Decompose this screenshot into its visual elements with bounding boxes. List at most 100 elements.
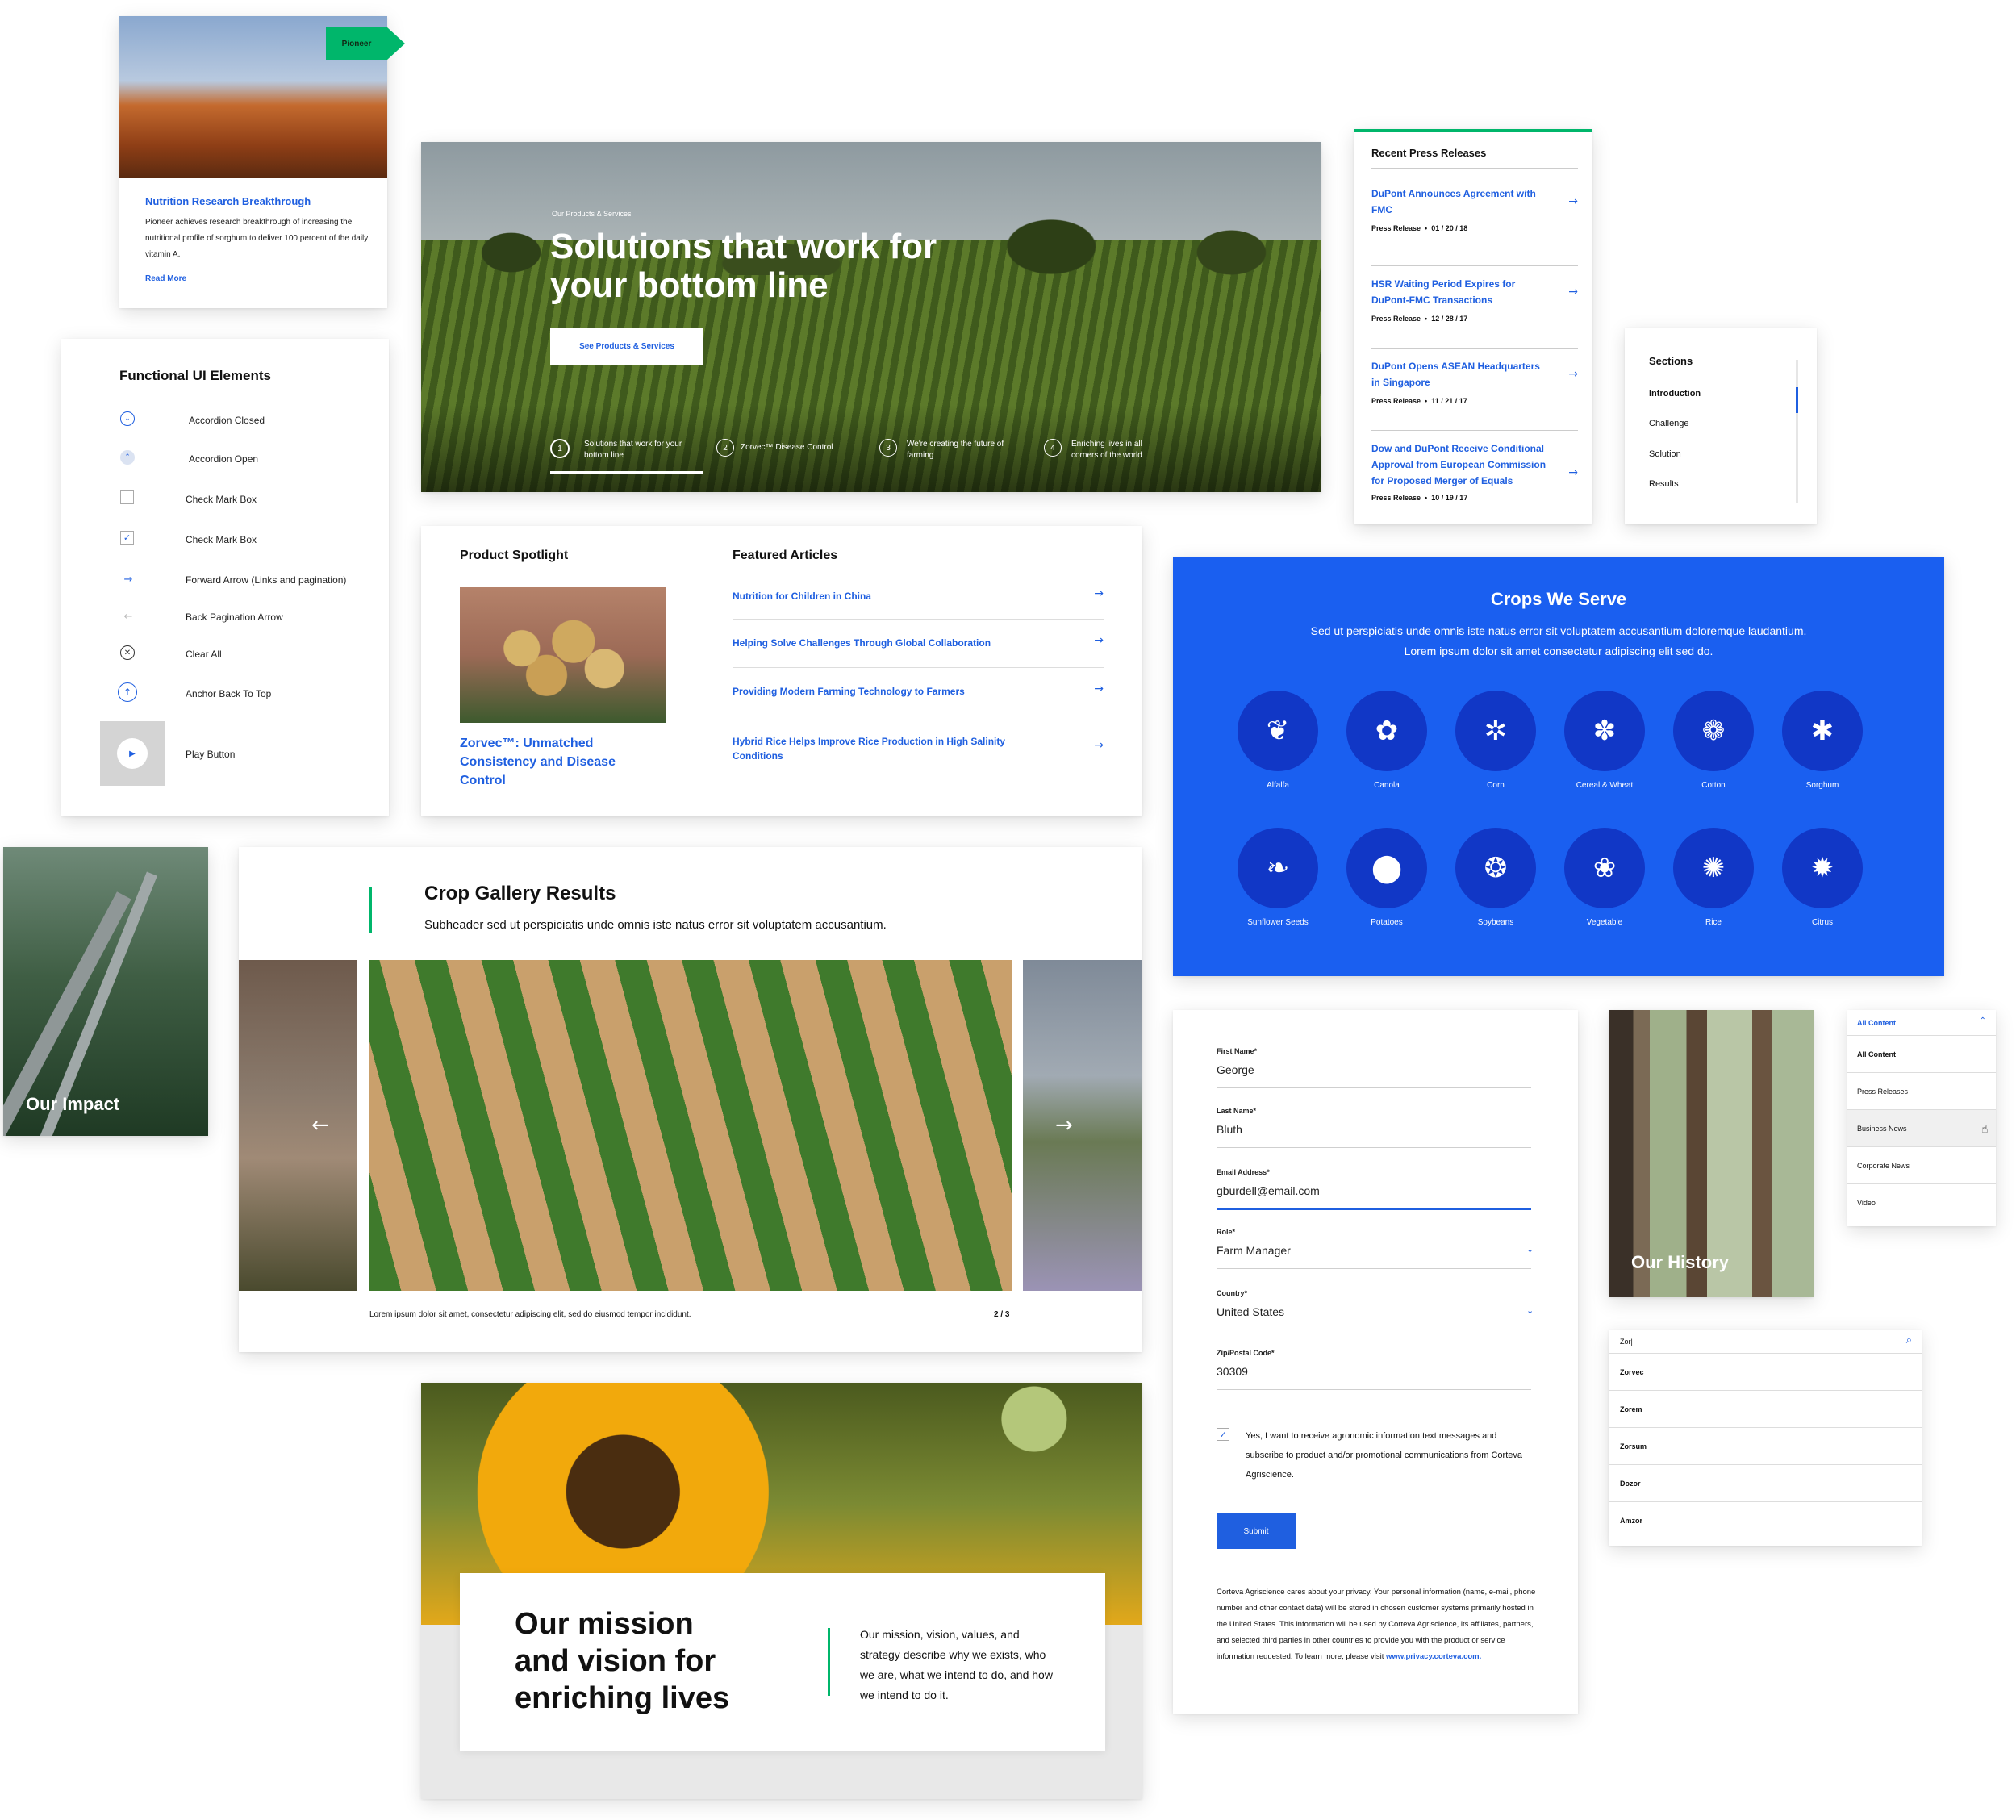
crop-label: Citrus — [1811, 918, 1834, 927]
crop-label: Cereal & Wheat — [1576, 781, 1634, 790]
crop-button[interactable]: ✱ — [1782, 691, 1863, 771]
search-result[interactable]: Dozor — [1609, 1465, 1922, 1502]
role-label: Role* — [1217, 1228, 1236, 1236]
zip-field[interactable]: 30309 — [1217, 1365, 1248, 1378]
last-name-field[interactable]: Bluth — [1217, 1123, 1242, 1136]
email-label: Email Address* — [1217, 1168, 1270, 1176]
press-item[interactable]: DuPont Opens ASEAN Headquarters in Singa… — [1371, 349, 1578, 431]
gallery-next-image[interactable]: → — [1023, 960, 1142, 1291]
submit-button[interactable]: Submit — [1217, 1513, 1296, 1549]
ui-row: → Forward Arrow (Links and pagination) — [61, 571, 389, 591]
search-result[interactable]: Zorsum — [1609, 1428, 1922, 1465]
sections-scroll-thumb[interactable] — [1796, 387, 1798, 413]
filter-option[interactable]: Press Releases — [1847, 1073, 1996, 1110]
press-item-meta: Press Release • 12 / 28 / 17 — [1371, 315, 1468, 323]
our-history-tile[interactable]: Our History — [1609, 1010, 1814, 1297]
ui-label: Check Mark Box — [186, 534, 257, 545]
crop-button[interactable]: ✹ — [1782, 828, 1863, 908]
spotlight-product-link[interactable]: Zorvec™: Unmatched Consistency and Disea… — [460, 734, 662, 790]
featured-article[interactable]: Providing Modern Farming Technology to F… — [733, 668, 1104, 716]
press-divider — [1371, 168, 1578, 169]
our-impact-tile[interactable]: Our Impact — [3, 847, 208, 1136]
first-name-field[interactable]: George — [1217, 1063, 1254, 1076]
accordion-open-icon[interactable]: ⌃ — [120, 450, 135, 465]
press-item-title: HSR Waiting Period Expires for DuPont-FM… — [1371, 278, 1516, 306]
play-button-tile[interactable]: ▶ — [100, 721, 165, 786]
crop-button[interactable]: ✲ — [1455, 691, 1536, 771]
potatoes-image[interactable] — [460, 587, 666, 723]
gallery-prev-image[interactable]: ← — [239, 960, 357, 1291]
filter-option[interactable]: Corporate News — [1847, 1147, 1996, 1184]
featured-article-label: Nutrition for Children in China — [733, 591, 871, 602]
search-input[interactable]: Zor| — [1620, 1338, 1633, 1346]
crop-button[interactable]: ❦ — [1238, 691, 1318, 771]
news-card-title[interactable]: Nutrition Research Breakthrough — [145, 195, 311, 207]
chevron-down-icon[interactable]: ⌄ — [1526, 1244, 1534, 1254]
hero-slide-4[interactable]: 4 Enriching lives in all corners of the … — [1044, 439, 1189, 474]
see-products-button[interactable]: See Products & Services — [550, 328, 703, 365]
search-result[interactable]: Amzor — [1609, 1502, 1922, 1539]
press-item[interactable]: DuPont Announces Agreement with FMC Pres… — [1371, 186, 1578, 266]
privacy-link[interactable]: www.privacy.corteva.com. — [1386, 1652, 1481, 1661]
country-select[interactable]: United States — [1217, 1305, 1284, 1318]
search-result[interactable]: Zorem — [1609, 1391, 1922, 1428]
press-releases-card: Recent Press Releases DuPont Announces A… — [1354, 129, 1592, 524]
filter-option[interactable]: Video — [1847, 1184, 1996, 1221]
pioneer-tag-label: Pioneer — [341, 39, 372, 48]
ui-row: ⌄ Accordion Closed — [61, 411, 389, 431]
crop-button[interactable]: ❧ — [1238, 828, 1318, 908]
filter-option-hovered[interactable]: Business News ☝ — [1847, 1110, 1996, 1147]
crop-label: Soybeans — [1477, 918, 1514, 927]
play-icon[interactable]: ▶ — [117, 738, 148, 769]
chevron-down-icon[interactable]: ⌄ — [1526, 1305, 1534, 1316]
spotlight-featured-card: Product Spotlight Zorvec™: Unmatched Con… — [421, 526, 1142, 816]
crop-button[interactable]: ❂ — [1455, 828, 1536, 908]
checkbox-checked-icon[interactable]: ✓ — [120, 531, 134, 545]
crop-button[interactable]: ✽ — [1564, 691, 1645, 771]
crop-button[interactable]: ⬤ — [1346, 828, 1427, 908]
sections-scroll-track[interactable] — [1796, 360, 1798, 503]
sections-item-solution[interactable]: Solution — [1649, 449, 1681, 459]
sorghum-icon: ✱ — [1810, 715, 1834, 747]
featured-article[interactable]: Nutrition for Children in China → — [733, 574, 1104, 620]
checkbox-empty-icon[interactable] — [120, 490, 134, 504]
search-input-row: Zor| ⌕ — [1609, 1330, 1922, 1354]
consent-checkbox[interactable]: ✓ — [1217, 1428, 1229, 1441]
filter-selected[interactable]: All Content ⌃ — [1847, 1010, 1996, 1036]
crop-label: Canola — [1374, 781, 1400, 790]
back-to-top-icon[interactable]: ↑ — [118, 682, 137, 702]
filter-option[interactable]: All Content — [1847, 1036, 1996, 1073]
crop-button[interactable]: ❁ — [1673, 691, 1754, 771]
gallery-subheader: Subheader sed ut perspiciatis unde omnis… — [424, 918, 887, 932]
sections-item-introduction[interactable]: Introduction — [1649, 389, 1701, 399]
hero-slide-1[interactable]: 1 Solutions that work for your bottom li… — [550, 439, 703, 474]
search-icon[interactable]: ⌕ — [1906, 1334, 1912, 1346]
accordion-closed-icon[interactable]: ⌄ — [120, 411, 135, 426]
clear-all-icon[interactable]: ✕ — [120, 645, 135, 660]
hero-slide-3[interactable]: 3 We're creating the future of farming — [879, 439, 1041, 474]
hero-slide-2[interactable]: 2 Zorvec™ Disease Control — [716, 439, 878, 474]
sections-item-results[interactable]: Results — [1649, 479, 1679, 489]
back-arrow-icon[interactable]: ← — [120, 608, 136, 624]
featured-article[interactable]: Hybrid Rice Helps Improve Rice Productio… — [733, 716, 1104, 778]
role-select[interactable]: Farm Manager — [1217, 1244, 1291, 1257]
press-item[interactable]: Dow and DuPont Receive Conditional Appro… — [1371, 431, 1578, 524]
read-more-link[interactable]: Read More — [145, 274, 186, 283]
sections-item-challenge[interactable]: Challenge — [1649, 419, 1689, 428]
forward-arrow-icon[interactable]: → — [120, 571, 136, 587]
forward-arrow-icon[interactable]: → — [1055, 1113, 1073, 1138]
crop-button[interactable]: ✿ — [1346, 691, 1427, 771]
back-arrow-icon[interactable]: ← — [311, 1113, 329, 1138]
forward-arrow-icon: → — [1094, 739, 1104, 752]
press-item[interactable]: HSR Waiting Period Expires for DuPont-FM… — [1371, 266, 1578, 349]
crop-button[interactable]: ❀ — [1564, 828, 1645, 908]
hero-slide-nav: 1 Solutions that work for your bottom li… — [550, 439, 1179, 474]
email-field[interactable]: gburdell@email.com — [1217, 1184, 1320, 1197]
ui-row: Check Mark Box — [61, 490, 389, 510]
featured-article-label: Providing Modern Farming Technology to F… — [733, 686, 965, 697]
featured-article[interactable]: Helping Solve Challenges Through Global … — [733, 620, 1104, 668]
mission-headline: Our mission and vision for enriching liv… — [515, 1605, 729, 1717]
search-result[interactable]: Zorvec — [1609, 1354, 1922, 1391]
ui-label: Play Button — [186, 749, 236, 760]
crop-button[interactable]: ✺ — [1673, 828, 1754, 908]
